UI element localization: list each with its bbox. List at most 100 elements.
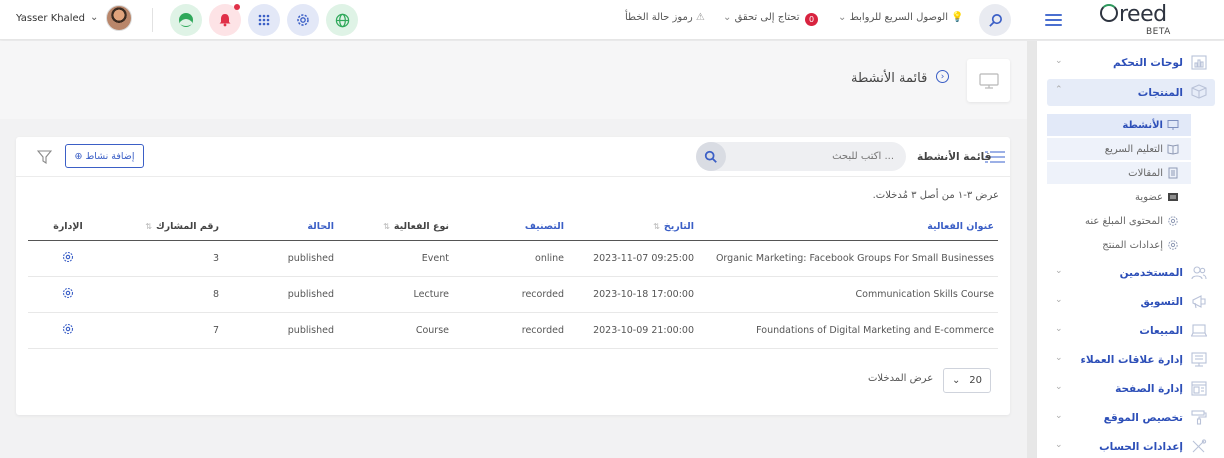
gear-icon[interactable]	[62, 287, 74, 299]
card-header: قائمة الأنشطة ⊕إضافة نشاط	[16, 137, 1010, 177]
gear-icon[interactable]	[62, 251, 74, 263]
cell-status: published	[223, 240, 338, 277]
cell-actions	[28, 276, 108, 313]
chevron-down-icon: ⌄	[1055, 440, 1063, 450]
sidebar-item-sales[interactable]: ⌄ المبيعات	[1047, 318, 1215, 343]
chevron-down-icon: ⌄	[1055, 56, 1063, 66]
sort-icon: ⇅	[383, 221, 390, 231]
entries-per-page-label: عرض المدخلات	[868, 373, 934, 384]
sidebar-sub-product-settings[interactable]: إعدادات المنتج	[1047, 234, 1191, 256]
page-icon	[1191, 381, 1207, 396]
col-type[interactable]: نوع الفعالية⇅	[338, 213, 453, 241]
needs-check-link[interactable]: ⌄ تحتاج إلى تحقق	[723, 12, 800, 23]
sidebar-item-label: عضوية	[1135, 191, 1163, 203]
cell-participants: 3	[108, 240, 223, 277]
sidebar-item-account-settings[interactable]: ⌄ إعدادات الحساب	[1047, 434, 1215, 458]
cell-category: recorded	[453, 276, 568, 313]
sidebar: ⌄ لوحات التحكم ⌃ المنتجات الأنشطة التعلي…	[1036, 41, 1224, 458]
sidebar-item-label: المنتجات	[1137, 86, 1183, 99]
col-category[interactable]: التصنيف	[453, 213, 568, 241]
sidebar-item-users[interactable]: ⌄ المستخدمين	[1047, 260, 1215, 285]
col-title[interactable]: عنوان الفعالية	[698, 213, 998, 241]
entries-per-page-select[interactable]: ⌄ 20	[943, 368, 991, 393]
sort-icon: ⇅	[653, 221, 660, 231]
box-icon	[1191, 84, 1207, 99]
cell-title: Communication Skills Course	[698, 276, 998, 313]
page-title: قائمة الأنشطة	[851, 71, 928, 86]
search-input[interactable]	[696, 142, 906, 171]
sidebar-item-label: التسويق	[1140, 295, 1183, 308]
add-activity-button[interactable]: ⊕ إضافة نشاط	[65, 144, 144, 168]
gear-icon	[1168, 216, 1178, 226]
user-name[interactable]: Yasser Khaled	[16, 13, 85, 24]
sidebar-sub-quick-learning[interactable]: التعليم السريع	[1047, 138, 1191, 160]
activities-card: قائمة الأنشطة ⊕إضافة نشاط عرض ٣-١ من أصل…	[16, 137, 1010, 415]
apps-grid-icon[interactable]	[248, 4, 280, 36]
card-title: قائمة الأنشطة	[917, 151, 992, 163]
sidebar-item-products[interactable]: ⌃ المنتجات	[1047, 79, 1215, 106]
chevron-down-icon: ⌄	[838, 12, 847, 23]
sidebar-item-crm[interactable]: ⌄ إدارة علاقات العملاء	[1047, 347, 1215, 372]
col-date[interactable]: التاريخ⇅	[568, 213, 698, 241]
sidebar-item-label: إعدادات المنتج	[1102, 239, 1163, 251]
chevron-down-icon: ⌄	[1055, 295, 1063, 305]
sidebar-item-label: المقالات	[1128, 167, 1163, 179]
plus-circle-icon: ⊕	[74, 150, 83, 162]
globe-icon[interactable]	[326, 4, 358, 36]
divider	[152, 8, 153, 32]
activities-table: عنوان الفعالية التاريخ⇅ التصنيف نوع الفع…	[28, 213, 998, 349]
sidebar-item-dashboards[interactable]: ⌄ لوحات التحكم	[1047, 50, 1215, 75]
laptop-icon	[1191, 324, 1207, 337]
sidebar-item-marketing[interactable]: ⌄ التسويق	[1047, 289, 1215, 314]
sidebar-sub-activities[interactable]: الأنشطة	[1047, 114, 1191, 136]
chevron-down-icon: ⌄	[1055, 324, 1063, 334]
chevron-down-icon: ⌄	[1055, 353, 1063, 363]
sort-icon: ⇅	[145, 221, 152, 231]
id-card-icon	[1168, 193, 1178, 201]
sidebar-item-label: التعليم السريع	[1104, 143, 1163, 155]
table-row: Foundations of Digital Marketing and E-c…	[28, 312, 998, 349]
chevron-right-circle-icon[interactable]: ›	[936, 70, 949, 83]
scrollbar[interactable]	[1027, 41, 1036, 458]
sidebar-item-label: لوحات التحكم	[1113, 56, 1183, 69]
table-header-row: عنوان الفعالية التاريخ⇅ التصنيف نوع الفع…	[28, 213, 998, 241]
sidebar-item-label: إدارة علاقات العملاء	[1080, 353, 1183, 366]
notification-dot	[234, 4, 240, 10]
sidebar-item-site-customization[interactable]: ⌄ تخصيص الموقع	[1047, 405, 1215, 430]
green-circle-icon[interactable]	[170, 4, 202, 36]
error-codes-link[interactable]: رموز حالة الخطأ ⚠	[625, 12, 705, 23]
chart-icon	[1191, 55, 1207, 70]
avatar[interactable]	[106, 5, 132, 31]
book-icon	[1167, 144, 1179, 155]
cell-type: Lecture	[338, 276, 453, 313]
chevron-down-icon[interactable]: ⌄	[90, 12, 98, 23]
sidebar-sub-articles[interactable]: المقالات	[1047, 162, 1191, 184]
search-icon[interactable]	[696, 142, 726, 171]
monitor-icon	[967, 59, 1010, 102]
entries-per-page-value: 20	[969, 375, 982, 386]
monitor-icon	[1167, 120, 1179, 130]
col-status[interactable]: الحالة	[223, 213, 338, 241]
sidebar-item-label: المحتوى المبلغ عنه	[1084, 215, 1163, 227]
sidebar-sub-membership[interactable]: عضوية	[1047, 186, 1191, 208]
search-icon[interactable]	[979, 4, 1011, 36]
sidebar-item-label: المستخدمين	[1119, 266, 1183, 279]
gear-icon[interactable]	[62, 323, 74, 335]
col-participants[interactable]: رقم المشارك⇅	[108, 213, 223, 241]
gear-icon	[1168, 240, 1178, 250]
sidebar-sub-reported-content[interactable]: المحتوى المبلغ عنه	[1047, 210, 1191, 232]
sidebar-item-page-management[interactable]: ⌄ إدارة الصفحة	[1047, 376, 1215, 401]
col-actions: الإدارة	[28, 213, 108, 241]
cell-participants: 8	[108, 276, 223, 313]
quick-access-menu[interactable]: ⌄ الوصول السريع للروابط 💡	[838, 12, 964, 23]
menu-icon[interactable]	[1045, 14, 1062, 29]
gear-icon[interactable]	[287, 4, 319, 36]
warning-icon: ⚠	[695, 12, 705, 23]
cell-title: Foundations of Digital Marketing and E-c…	[698, 312, 998, 349]
filter-icon[interactable]	[37, 150, 52, 164]
cell-actions	[28, 240, 108, 277]
logo[interactable]: reed	[1100, 2, 1167, 27]
cell-date: 2023-10-18 17:00:00	[568, 276, 698, 313]
showing-entries-text: عرض ٣-١ من أصل ٣ مُدخلات.	[872, 190, 999, 201]
sidebar-item-label: الأنشطة	[1122, 119, 1163, 131]
